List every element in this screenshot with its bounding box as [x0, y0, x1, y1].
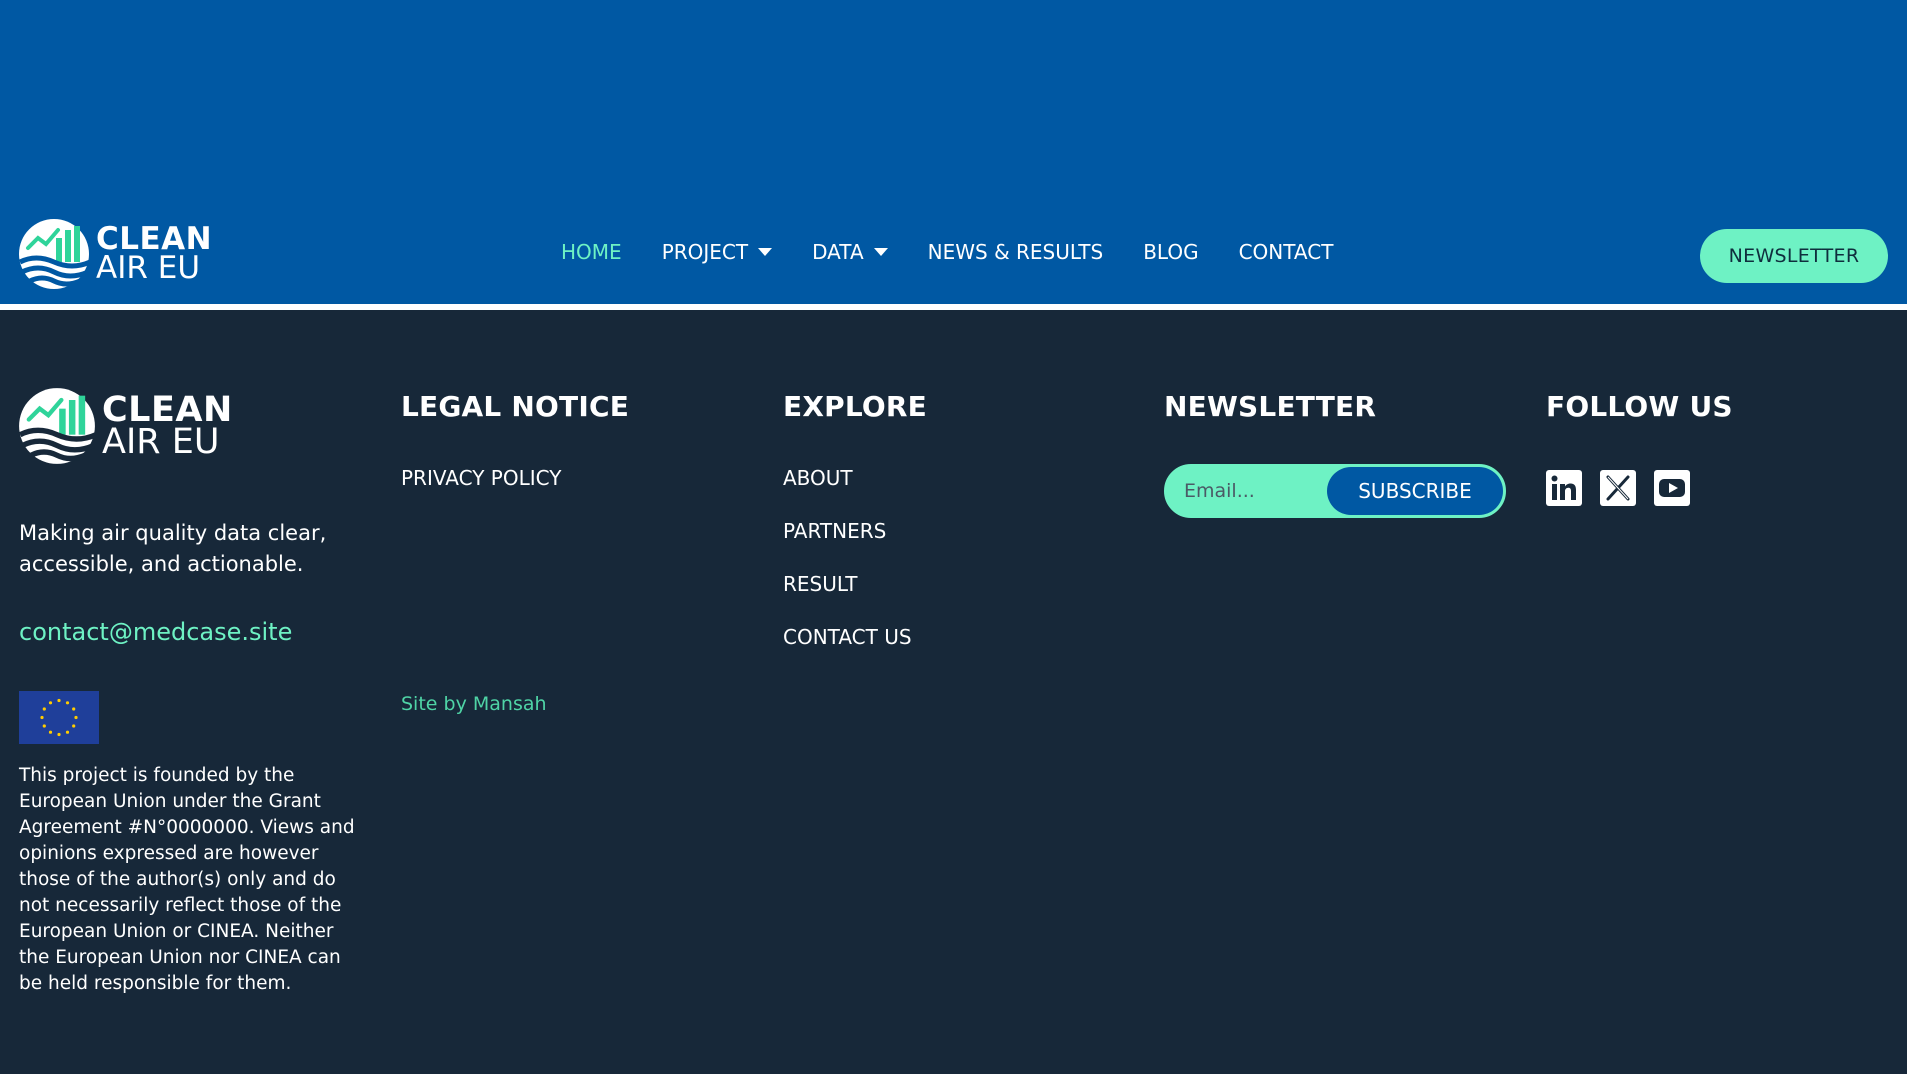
site-by-link[interactable]: Site by Mansah	[401, 693, 547, 715]
follow-us-heading: FOLLOW US	[1546, 390, 1733, 423]
chevron-down-icon	[758, 248, 773, 256]
nav-blog[interactable]: BLOG	[1143, 240, 1198, 264]
explore-result-link[interactable]: RESULT	[783, 572, 857, 596]
nav-data-label: DATA	[812, 240, 864, 264]
nav-blog-label: BLOG	[1143, 240, 1199, 264]
explore-about-link[interactable]: ABOUT	[783, 466, 853, 490]
nav-data[interactable]: DATA	[812, 240, 888, 264]
x-icon[interactable]	[1600, 470, 1636, 506]
explore-heading: EXPLORE	[783, 390, 927, 423]
header-divider	[0, 304, 1907, 310]
footer-logo[interactable]: CLEAN AIR EU	[18, 387, 233, 465]
explore-contact-us-link[interactable]: CONTACT US	[783, 625, 912, 649]
nav-news-results[interactable]: NEWS & RESULTS	[928, 240, 1104, 264]
header-logo[interactable]: CLEAN AIR EU	[18, 218, 212, 290]
nav-contact-label: CONTACT	[1238, 240, 1334, 264]
nav-home-label: HOME	[561, 240, 622, 264]
explore-partners-link[interactable]: PARTNERS	[783, 519, 886, 543]
nav-project[interactable]: PROJECT	[661, 240, 773, 264]
nav-contact[interactable]: CONTACT	[1239, 240, 1334, 264]
linkedin-icon[interactable]	[1546, 470, 1582, 506]
newsletter-form: SUBSCRIBE	[1164, 464, 1506, 518]
social-links	[1546, 470, 1708, 506]
nav-home[interactable]: HOME	[561, 240, 622, 264]
newsletter-email-input[interactable]	[1184, 466, 1324, 516]
logo-line-2: AIR EU	[96, 250, 201, 286]
youtube-icon[interactable]	[1654, 470, 1690, 506]
logo-wordmark: CLEAN AIR EU	[96, 224, 212, 286]
newsletter-heading: NEWSLETTER	[1164, 390, 1377, 423]
contact-email-link[interactable]: contact@medcase.site	[19, 618, 292, 646]
eu-flag-icon	[19, 691, 99, 744]
subscribe-button[interactable]: SUBSCRIBE	[1327, 467, 1503, 515]
newsletter-button[interactable]: NEWSLETTER	[1700, 229, 1888, 283]
footer-tagline: Making air quality data clear, accessibl…	[19, 521, 327, 576]
nav-project-label: PROJECT	[661, 240, 749, 264]
privacy-policy-link[interactable]: PRIVACY POLICY	[401, 466, 561, 490]
logo-line-2: AIR EU	[102, 422, 220, 462]
clean-air-logo-icon	[18, 388, 96, 464]
site-header: CLEAN AIR EU HOME PROJECT DATA NEWS & RE…	[0, 0, 1907, 305]
chevron-down-icon	[873, 248, 888, 256]
legal-notice-heading: LEGAL NOTICE	[401, 390, 630, 423]
main-nav: HOME PROJECT DATA NEWS & RESULTS BLOG CO…	[561, 240, 1373, 264]
clean-air-logo-icon	[18, 219, 90, 289]
eu-disclaimer: This project is founded by the European …	[19, 765, 355, 994]
logo-wordmark: CLEAN AIR EU	[102, 392, 233, 462]
nav-news-label: NEWS & RESULTS	[927, 240, 1104, 264]
